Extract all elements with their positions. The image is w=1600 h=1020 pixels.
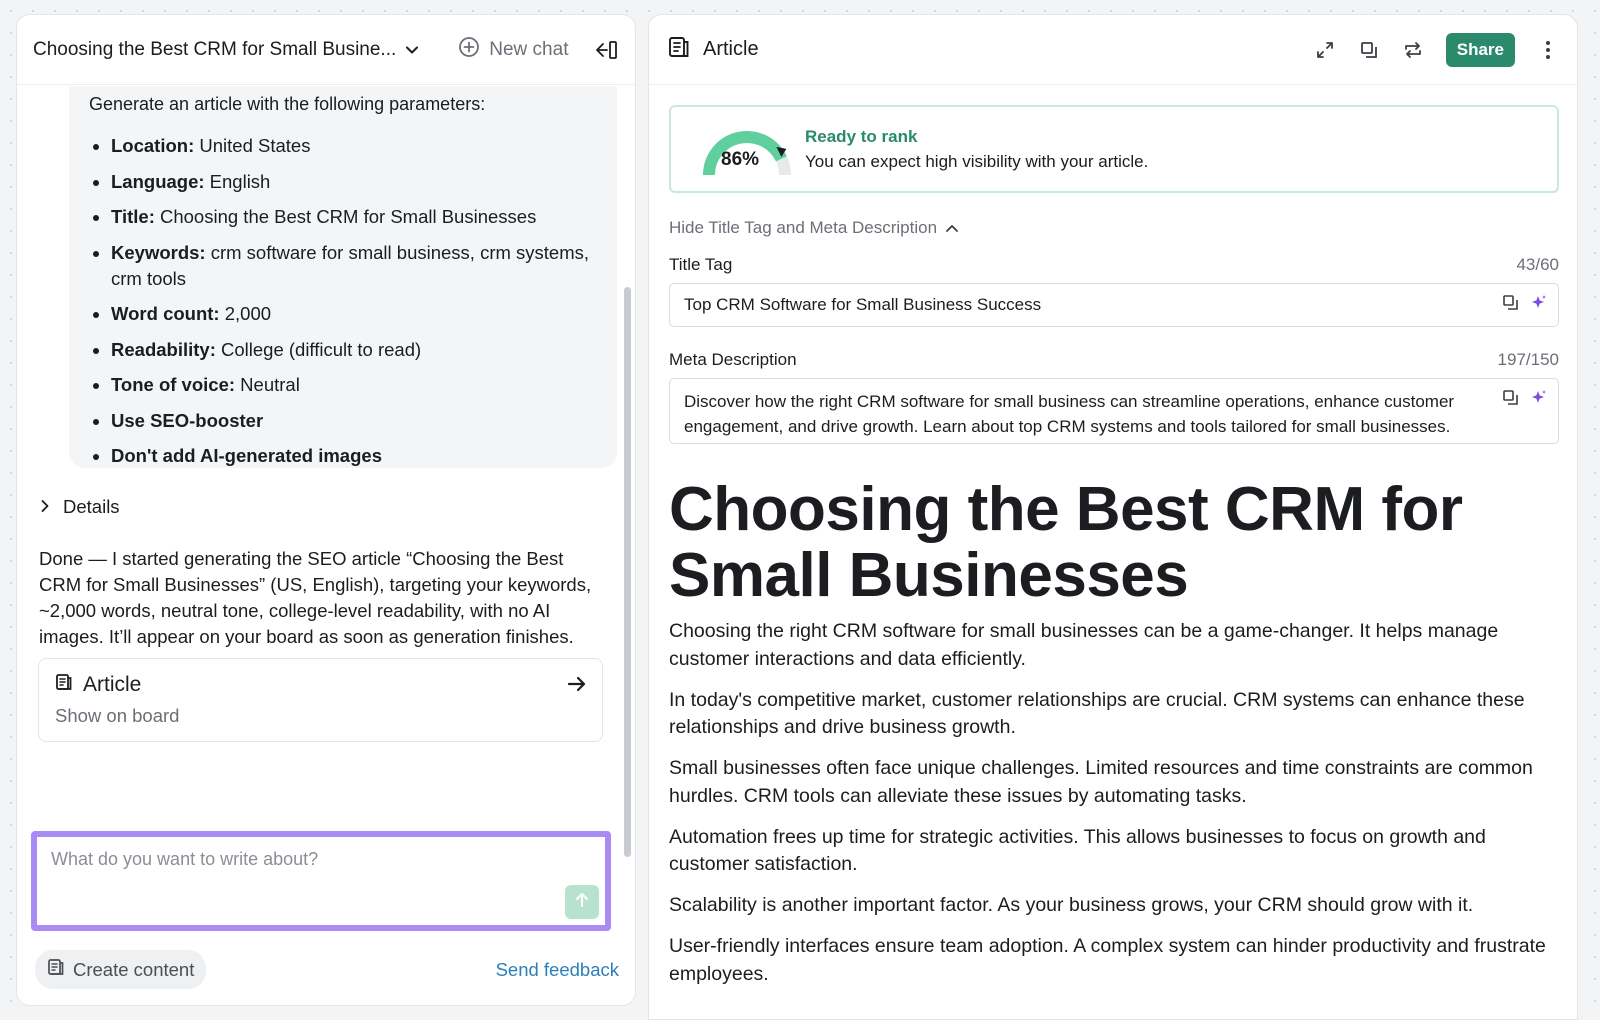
expand-icon[interactable] (1314, 39, 1336, 61)
article-panel: Article Share 86% Ready to rank You can … (648, 14, 1578, 1020)
rank-card: 86% Ready to rank You can expect high vi… (669, 105, 1559, 193)
rank-percent: 86% (721, 149, 760, 170)
article-paragraph: User-friendly interfaces ensure team ado… (669, 935, 1546, 985)
details-label: Details (63, 496, 120, 517)
copy-icon[interactable] (1502, 389, 1520, 414)
copy-icon[interactable] (1358, 39, 1380, 61)
list-item: Tone of voice: Neutral (89, 372, 597, 398)
list-item: Keywords: crm software for small busines… (89, 240, 597, 292)
collapse-panel-icon[interactable] (593, 37, 619, 63)
copy-icon[interactable] (1502, 294, 1520, 317)
send-button[interactable] (565, 885, 599, 919)
article-icon (55, 673, 73, 697)
list-item: Use SEO-booster (89, 408, 597, 434)
arrow-up-icon (573, 891, 591, 914)
hide-meta-toggle[interactable]: Hide Title Tag and Meta Description (669, 218, 959, 238)
new-chat-button[interactable]: New chat (458, 36, 568, 64)
rank-message: You can expect high visibility with your… (805, 152, 1149, 171)
new-chat-label: New chat (489, 38, 569, 60)
chat-scrollbar[interactable] (624, 287, 631, 857)
article-body: Choosing the right CRM software for smal… (669, 618, 1549, 1002)
chevron-down-icon[interactable] (404, 41, 422, 59)
article-paragraph: In today's competitive market, customer … (669, 688, 1525, 739)
list-item: Readability: College (difficult to read) (89, 337, 597, 363)
create-content-button[interactable]: Create content (35, 950, 207, 989)
prompt-input[interactable] (37, 837, 605, 925)
title-tag-value: Top CRM Software for Small Business Succ… (684, 295, 1042, 314)
chat-messages: Generate an article with the following p… (17, 86, 635, 855)
repeat-icon[interactable] (1402, 39, 1424, 61)
chat-header: Choosing the Best CRM for Small Busine..… (17, 15, 635, 85)
title-tag-count: 43/60 (1516, 255, 1559, 274)
article-card-title: Article (83, 673, 142, 696)
list-item: Title: Choosing the Best CRM for Small B… (89, 204, 597, 230)
list-item: Location: United States (89, 133, 597, 159)
send-feedback-link[interactable]: Send feedback (496, 959, 619, 981)
prompt-input-box (31, 831, 611, 931)
rank-status: Ready to rank (805, 127, 918, 146)
params-list: Location: United States Language: Englis… (89, 133, 597, 469)
document-icon (47, 958, 65, 981)
article-paragraph: Small businesses often face unique chall… (669, 757, 1533, 807)
chevron-right-icon (39, 496, 51, 518)
meta-description-count: 197/150 (1497, 350, 1559, 369)
article-icon (667, 35, 691, 65)
list-item: Language: English (89, 169, 597, 195)
plus-circle-icon (458, 36, 480, 64)
meta-description-label: Meta Description (669, 350, 797, 369)
sparkle-icon[interactable] (1530, 294, 1548, 317)
user-prompt-bubble: Generate an article with the following p… (69, 86, 617, 468)
chevron-up-icon (945, 218, 959, 238)
article-title: Article (703, 38, 759, 60)
article-heading: Choosing the Best CRM for Small Business… (669, 475, 1463, 610)
prompt-intro: Generate an article with the following p… (89, 94, 486, 114)
more-vertical-icon[interactable] (1537, 39, 1559, 61)
sparkle-icon[interactable] (1530, 389, 1548, 414)
article-card-subtitle: Show on board (55, 705, 180, 726)
article-header: Article Share (649, 15, 1577, 85)
article-paragraph: Automation frees up time for strategic a… (669, 825, 1486, 876)
meta-description-field[interactable]: Discover how the right CRM software for … (669, 378, 1559, 444)
details-toggle[interactable]: Details (39, 496, 120, 518)
article-paragraph: Scalability is another important factor.… (669, 894, 1474, 916)
meta-description-value: Discover how the right CRM software for … (684, 392, 1455, 436)
title-tag-label: Title Tag (669, 255, 733, 274)
chat-panel: Choosing the Best CRM for Small Busine..… (16, 14, 636, 1006)
share-button[interactable]: Share (1445, 32, 1515, 67)
title-tag-field[interactable]: Top CRM Software for Small Business Succ… (669, 283, 1559, 327)
arrow-right-icon (566, 673, 588, 700)
create-content-label: Create content (73, 958, 195, 980)
chat-title[interactable]: Choosing the Best CRM for Small Busine..… (33, 39, 396, 61)
article-card[interactable]: Article Show on board (38, 658, 603, 742)
article-paragraph: Choosing the right CRM software for smal… (669, 620, 1499, 670)
list-item: Don't add AI-generated images (89, 443, 597, 469)
list-item: Word count: 2,000 (89, 301, 597, 327)
hide-meta-label: Hide Title Tag and Meta Description (669, 218, 938, 237)
chat-footer: Create content Send feedback (35, 950, 619, 989)
assistant-response: Done — I started generating the SEO arti… (39, 548, 592, 647)
